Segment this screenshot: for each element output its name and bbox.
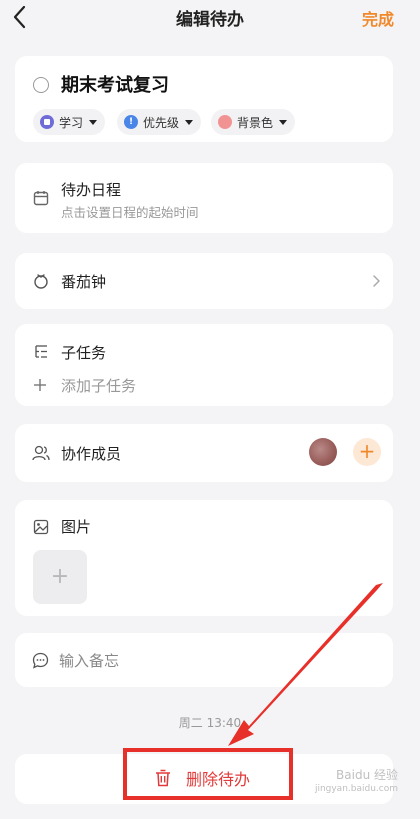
member-avatar[interactable] — [309, 438, 337, 466]
add-subtask-button[interactable]: 添加子任务 — [61, 375, 136, 396]
category-icon — [40, 115, 54, 129]
delete-button[interactable]: 删除待办 — [154, 764, 250, 792]
tag-priority-label: 优先级 — [143, 115, 180, 130]
delete-label: 删除待办 — [186, 770, 251, 789]
tag-background-chip[interactable]: 背景色 — [211, 109, 296, 135]
watermark-brand: Baidu 经验 — [336, 768, 398, 782]
pomodoro-card[interactable]: 番茄钟 — [15, 253, 393, 309]
members-card: 协作成员 + — [15, 424, 393, 482]
watermark: Baidu 经验 jingyan.baidu.com — [315, 768, 398, 796]
subtask-label: 子任务 — [61, 344, 107, 362]
calendar-icon — [33, 191, 49, 206]
chevron-right-icon — [373, 275, 380, 287]
caret-down-icon — [185, 119, 194, 125]
background-color-swatch — [218, 115, 232, 129]
chat-bubble-icon — [32, 652, 49, 669]
todo-title-card: 期末考试复习 学习 ! 优先级 背景色 — [15, 56, 393, 142]
add-image-button[interactable]: + — [33, 550, 87, 604]
watermark-site: jingyan.baidu.com — [314, 784, 398, 794]
top-bar: 编辑待办 完成 — [0, 0, 420, 34]
plus-icon[interactable] — [33, 378, 47, 392]
caret-down-icon — [279, 119, 288, 125]
done-button[interactable]: 完成 — [362, 6, 394, 30]
image-icon — [33, 519, 49, 535]
schedule-label: 待办日程 — [61, 181, 122, 199]
images-label: 图片 — [61, 518, 92, 536]
members-label: 协作成员 — [61, 445, 122, 463]
schedule-card[interactable]: 待办日程 点击设置日程的起始时间 — [15, 163, 393, 233]
tag-category-chip[interactable]: 学习 — [33, 109, 106, 135]
back-arrow-icon[interactable] — [10, 4, 30, 30]
priority-icon: ! — [124, 115, 138, 129]
note-input[interactable]: 输入备忘 — [59, 650, 119, 671]
tag-priority-chip[interactable]: ! 优先级 — [117, 109, 202, 135]
note-card[interactable]: 输入备忘 — [15, 633, 393, 687]
members-icon — [32, 445, 50, 461]
complete-checkbox[interactable] — [33, 77, 49, 93]
timestamp: 周二 13:40 — [178, 716, 242, 730]
tag-background-label: 背景色 — [237, 115, 274, 130]
page-title: 编辑待办 — [176, 9, 244, 30]
caret-down-icon — [89, 119, 98, 125]
tag-category-label: 学习 — [59, 115, 84, 130]
schedule-hint: 点击设置日程的起始时间 — [61, 205, 199, 220]
subtask-list-icon — [35, 345, 47, 358]
images-card: 图片 + — [15, 500, 393, 616]
add-member-button[interactable]: + — [353, 438, 381, 466]
tomato-icon — [34, 274, 48, 289]
pomodoro-label: 番茄钟 — [61, 273, 107, 291]
subtask-card: 子任务 添加子任务 — [15, 324, 393, 406]
todo-title[interactable]: 期末考试复习 — [61, 71, 169, 97]
trash-icon — [156, 769, 170, 787]
